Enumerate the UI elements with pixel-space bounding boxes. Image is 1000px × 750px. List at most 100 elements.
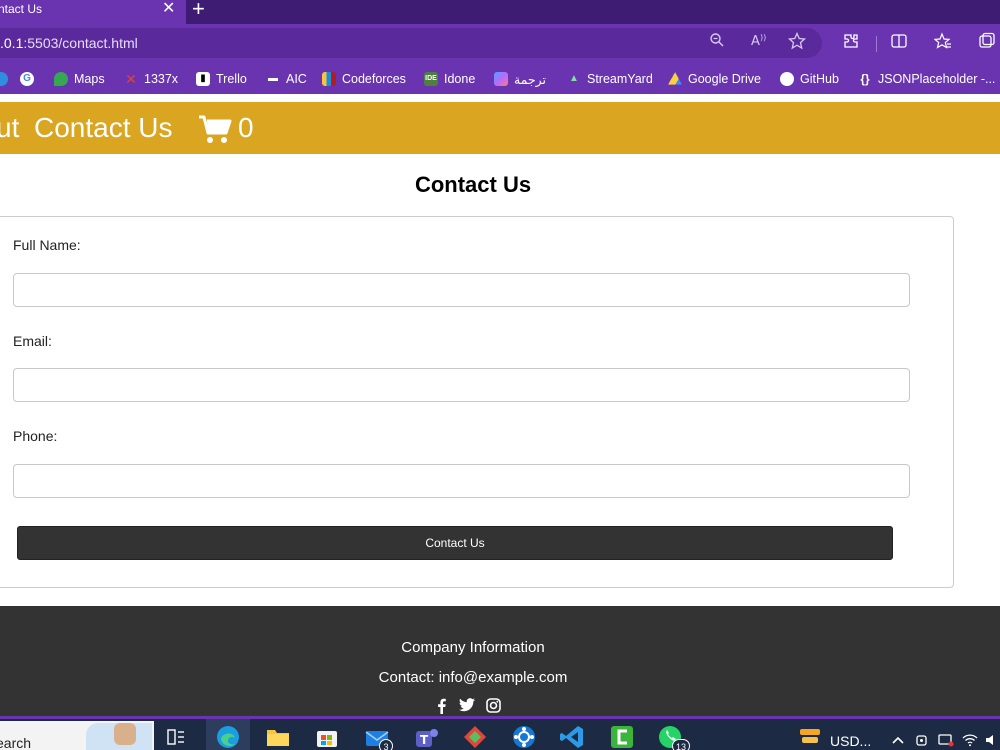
bookmark-label: GitHub [800, 72, 839, 86]
full-name-input[interactable] [13, 273, 910, 307]
bookmark-label: Google Drive [688, 72, 761, 86]
read-aloud-icon[interactable]: A)) [748, 32, 770, 54]
bookmark-jsonplaceholder[interactable]: {} JSONPlaceholder -... [858, 70, 995, 88]
bookmark-trello[interactable]: ▮ Trello [196, 70, 247, 88]
bookmark-aic[interactable]: ▬ AIC [266, 70, 307, 88]
x-icon: ✕ [125, 71, 137, 87]
twitter-icon[interactable] [459, 698, 477, 716]
browser-tab-strip: ntact Us ✕ + [0, 0, 1000, 24]
browser-tab[interactable]: ntact Us ✕ [0, 0, 186, 24]
file-explorer-icon[interactable] [264, 723, 292, 750]
taskbar-active-edge[interactable] [206, 719, 250, 750]
svg-text:A: A [751, 34, 760, 48]
url-path: :5503/contact.html [23, 35, 138, 51]
teams-icon[interactable]: T [412, 723, 440, 750]
bookmark-github[interactable]: GitHub [780, 70, 839, 88]
full-name-label: Full Name: [13, 237, 81, 253]
favorite-star-icon[interactable] [786, 31, 808, 54]
volume-icon[interactable] [984, 733, 1000, 749]
maps-icon [54, 72, 68, 86]
whatsapp-badge: 13 [672, 739, 690, 750]
bookmark-label: JSONPlaceholder -... [878, 72, 996, 86]
git-tool-icon[interactable] [461, 723, 489, 750]
bookmark-label: Trello [216, 72, 247, 86]
codeforces-icon [322, 72, 336, 86]
cart-icon[interactable] [198, 114, 232, 144]
screen-record-icon[interactable] [938, 733, 954, 749]
bookmark-maps[interactable]: Maps [54, 70, 105, 88]
chevron-up-icon[interactable] [890, 733, 906, 749]
svg-text:T: T [420, 733, 429, 747]
translate-icon [494, 72, 508, 86]
new-tab-button[interactable]: + [192, 0, 205, 20]
bookmark-translate[interactable]: ترجمة [494, 70, 546, 88]
url-text: .0.1:5503/contact.html [0, 35, 138, 51]
page-title: Contact Us [414, 172, 532, 197]
os-taskbar: earch 3 T 13 USD... [0, 716, 1000, 750]
footer-contact-email: Contact: info@example.com [378, 669, 568, 686]
site-footer: Company Information Contact: info@exampl… [0, 606, 1000, 720]
contact-submit-button[interactable]: Contact Us [17, 526, 893, 560]
bookmark-1337x[interactable]: ✕ 1337x [124, 70, 178, 88]
search-label: earch [0, 735, 32, 750]
collections-icon[interactable] [976, 32, 998, 54]
currency-widget-icon[interactable] [798, 725, 826, 750]
wifi-icon[interactable] [962, 733, 978, 749]
google-icon: G [20, 72, 34, 86]
task-view-icon[interactable] [166, 727, 194, 750]
bookmark-google-drive[interactable]: Google Drive [668, 70, 761, 88]
mail-badge: 3 [379, 739, 393, 750]
streamyard-icon: ▲ [569, 73, 579, 84]
bookmark-ideone[interactable]: IDE Idone [424, 70, 475, 88]
favorites-icon[interactable] [932, 32, 954, 54]
nav-link-about[interactable]: ut [0, 112, 19, 144]
search-highlight-art [86, 723, 152, 750]
drive-icon [668, 72, 682, 85]
microsoft-store-icon[interactable] [313, 723, 341, 750]
bookmark-label: Idone [444, 72, 476, 86]
currency-widget-text[interactable]: USD... [830, 733, 871, 749]
url-host: .0.1 [0, 35, 24, 51]
bookmark-edge[interactable] [0, 70, 14, 88]
phone-input[interactable] [13, 464, 910, 498]
bookmarks-bar: G Maps ✕ 1337x ▮ Trello ▬ AIC Codeforces ID… [0, 62, 1000, 94]
site-navbar: ut Contact Us 0 [0, 102, 1000, 154]
app-icon[interactable] [510, 723, 538, 750]
bookmark-label: ترجمة [514, 72, 547, 87]
camtasia-icon[interactable] [608, 723, 636, 750]
address-bar[interactable]: .0.1:5503/contact.html A)) [0, 28, 822, 58]
extensions-icon[interactable] [840, 32, 862, 54]
bookmark-label: 1337x [144, 72, 179, 86]
nav-link-contact[interactable]: Contact Us [34, 112, 173, 144]
mail-icon[interactable]: 3 [363, 723, 393, 750]
bookmark-streamyard[interactable]: ▲ StreamYard [567, 70, 653, 88]
taskbar-search[interactable]: earch [0, 721, 154, 750]
vscode-icon[interactable] [558, 723, 586, 750]
split-screen-icon[interactable] [888, 32, 910, 54]
bookmark-label: Maps [74, 72, 105, 86]
bookmark-label: StreamYard [587, 72, 653, 86]
meet-now-icon[interactable] [914, 733, 930, 749]
email-input[interactable] [13, 368, 910, 402]
trello-icon: ▮ [196, 72, 210, 86]
zoom-icon[interactable] [706, 32, 728, 54]
instagram-icon[interactable] [486, 698, 504, 716]
whatsapp-icon[interactable]: 13 [656, 723, 690, 750]
footer-company-info: Company Information [401, 639, 545, 656]
phone-label: Phone: [13, 428, 58, 444]
email-label: Email: [13, 333, 52, 349]
bookmark-label: AIC [286, 72, 307, 86]
bookmark-codeforces[interactable]: Codeforces [322, 70, 406, 88]
aic-icon: ▬ [268, 73, 278, 84]
facebook-icon[interactable] [435, 698, 453, 716]
page-top-spacer [0, 94, 1000, 102]
browser-toolbar: .0.1:5503/contact.html A)) [0, 24, 1000, 62]
close-icon[interactable]: ✕ [162, 1, 175, 17]
ideone-icon: IDE [424, 72, 438, 86]
cart-count: 0 [238, 112, 254, 143]
tab-title: ntact Us [0, 2, 43, 16]
bookmark-google[interactable]: G [20, 70, 40, 88]
jsonplaceholder-icon: {} [860, 72, 870, 86]
edge-icon [0, 72, 8, 86]
svg-text:)): )) [760, 33, 766, 42]
